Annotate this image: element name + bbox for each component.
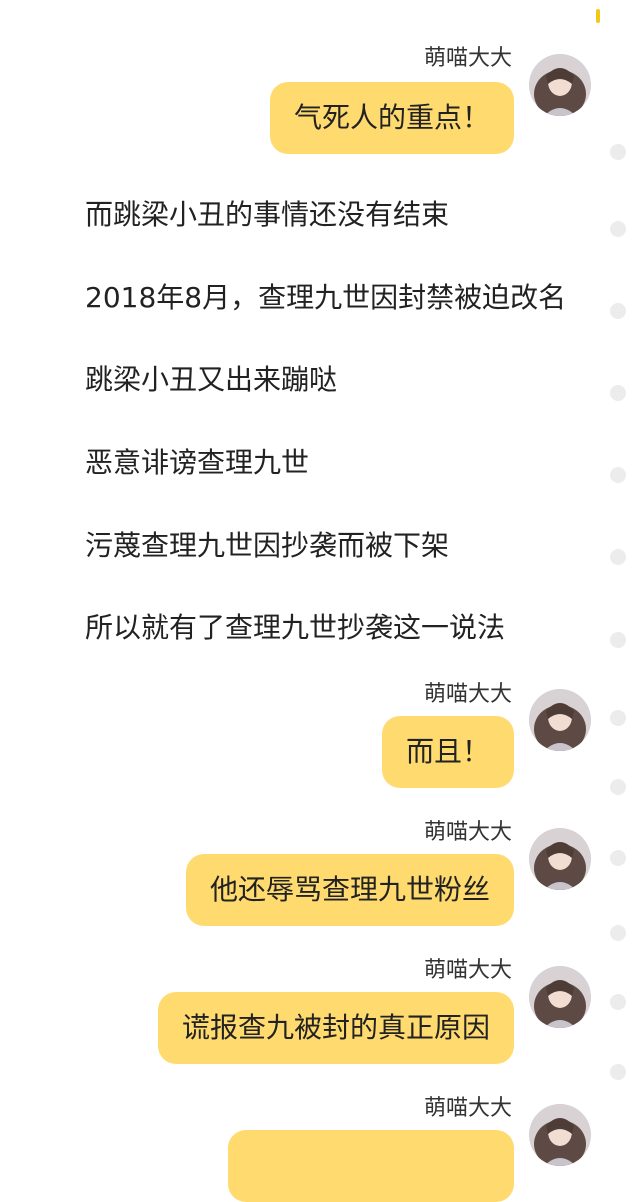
narration-line: 跳梁小丑又出来蹦哒: [85, 363, 338, 396]
timeline-dot[interactable]: [610, 467, 626, 483]
avatar[interactable]: [529, 828, 591, 890]
timeline-dot[interactable]: [610, 925, 626, 941]
narration-line: 污蔑查理九世因抄袭而被下架: [85, 529, 450, 562]
chat-bubble[interactable]: 谎报查九被封的真正原因: [157, 992, 514, 1064]
timeline-dot[interactable]: [610, 385, 626, 401]
sender-name: 萌喵大大: [423, 682, 512, 707]
chat-bubble[interactable]: [228, 1130, 514, 1202]
sender-name: 萌喵大大: [423, 958, 512, 983]
narration-line: 2018年8月，查理九世因封禁被迫改名: [85, 281, 567, 314]
chat-bubble[interactable]: 而且！: [381, 716, 514, 788]
timeline-dot[interactable]: [610, 144, 626, 160]
scroll-indicator: [596, 9, 600, 23]
sender-name: 萌喵大大: [423, 820, 512, 845]
timeline-dot[interactable]: [610, 1064, 626, 1080]
timeline-dot[interactable]: [610, 221, 626, 237]
chat-bubble[interactable]: 气死人的重点！: [269, 82, 514, 154]
sender-name: 萌喵大大: [423, 46, 512, 71]
avatar[interactable]: [529, 1104, 591, 1166]
chat-bubble[interactable]: 他还辱骂查理九世粉丝: [185, 854, 514, 926]
timeline-dot[interactable]: [610, 303, 626, 319]
avatar[interactable]: [529, 966, 591, 1028]
avatar[interactable]: [529, 54, 591, 116]
narration-line: 恶意诽谤查理九世: [85, 446, 310, 479]
timeline-dot[interactable]: [610, 779, 626, 795]
narration-line: 而跳梁小丑的事情还没有结束: [85, 198, 450, 231]
avatar[interactable]: [529, 689, 591, 751]
timeline-dot[interactable]: [610, 994, 626, 1010]
narration-line: 所以就有了查理九世抄袭这一说法: [85, 611, 506, 644]
timeline-dot[interactable]: [610, 710, 626, 726]
timeline-dot[interactable]: [610, 850, 626, 866]
sender-name: 萌喵大大: [423, 1096, 512, 1121]
timeline-dot[interactable]: [610, 632, 626, 648]
timeline-dot[interactable]: [610, 549, 626, 565]
